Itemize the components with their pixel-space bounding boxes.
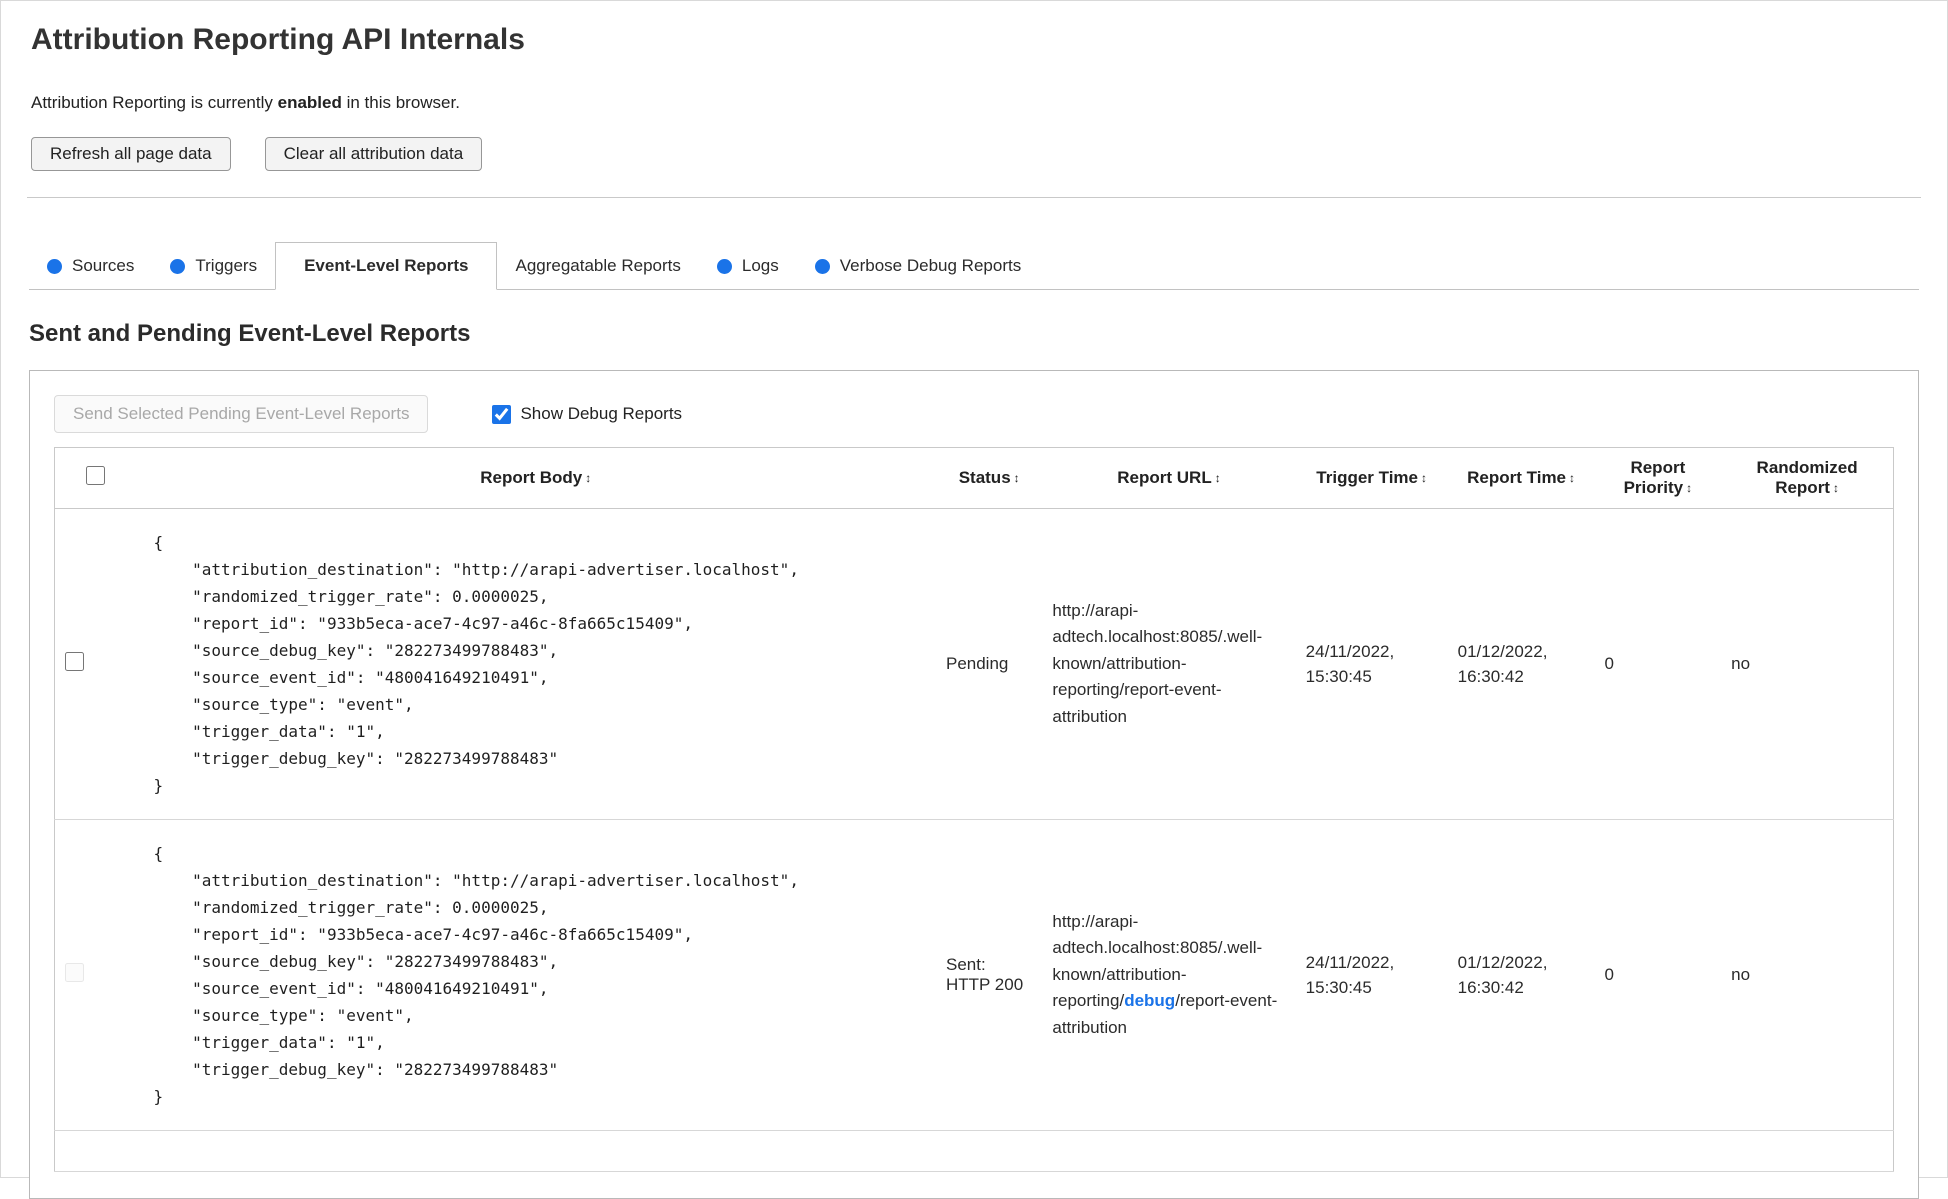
tab-label: Event-Level Reports [304,256,469,275]
tab-event-level-reports[interactable]: Event-Level Reports [275,242,498,290]
refresh-button[interactable]: Refresh all page data [31,137,231,171]
sources-status-dot-icon [47,258,62,274]
col-header-label: Report Body [480,468,583,487]
tab-aggregatable-reports[interactable]: Aggregatable Reports [497,243,698,289]
report-body-json: { "attribution_destination": "http://ara… [153,533,799,795]
tab-label: Logs [741,256,779,275]
tab-sources[interactable]: Sources [29,243,152,289]
report-priority-cell: 0 [1594,508,1722,820]
tab-bar: Sources Triggers Event-Level Reports Agg… [29,242,1919,290]
page-title: Attribution Reporting API Internals [31,23,525,56]
row-checkbox-cell [54,819,136,1131]
section-title: Sent and Pending Event-Level Reports [29,320,471,347]
col-header-label: Report Time [1467,468,1567,487]
report-url-cell: http://arapi-adtech.localhost:8085/.well… [1042,819,1296,1131]
table-header-row: Report Body ↕ Status ↕ Report URL ↕ Trigger… [54,447,1894,509]
report-url-cell: http://arapi-adtech.localhost:8085/.well… [1042,508,1296,820]
status-cell: Sent: HTTP 200 [935,819,1043,1131]
show-debug-reports-toggle: Show Debug Reports [492,404,682,424]
verbose-debug-status-dot-icon [814,258,830,274]
tab-triggers[interactable]: Triggers [152,243,275,289]
report-row-sent: { "attribution_destination": "http://ara… [54,819,1894,1131]
triggers-status-dot-icon [170,258,186,274]
select-all-checkbox[interactable] [85,466,105,485]
report-body-json: { "attribution_destination": "http://ara… [153,844,799,1106]
event-level-reports-table: Report Body ↕ Status ↕ Report URL ↕ Trigger… [54,447,1894,1172]
logs-status-dot-icon [716,258,732,274]
report-priority-cell: 0 [1594,819,1722,1131]
randomized-report-cell: no [1721,508,1894,820]
status-cell: Pending [935,508,1043,820]
page-actions: Refresh all page data Clear all attribut… [31,137,1917,171]
sort-icon: ↕ [585,471,592,485]
row-checkbox[interactable] [65,963,84,982]
status-suffix: in this browser. [341,93,460,112]
row-checkbox-cell [54,508,136,820]
col-header-report-body[interactable]: Report Body ↕ [135,447,936,509]
tab-label: Aggregatable Reports [515,256,681,275]
col-header-label: Status [958,468,1011,487]
status-prefix: Attribution Reporting is currently [31,93,278,112]
col-header-report-priority[interactable]: Report Priority ↕ [1594,447,1722,509]
col-header-label: Report URL [1117,468,1212,487]
sort-icon: ↕ [1686,481,1693,495]
sort-icon: ↕ [1214,471,1221,485]
sort-icon: ↕ [1569,471,1576,485]
col-header-report-time[interactable]: Report Time ↕ [1447,447,1595,509]
trigger-time-cell: 24/11/2022, 15:30:45 [1295,819,1448,1131]
sort-icon: ↕ [1421,471,1427,485]
sort-icon: ↕ [1013,471,1020,485]
col-header-trigger-time[interactable]: Trigger Time ↕ [1295,447,1448,509]
empty-footer-row [54,1130,1894,1172]
col-header-status[interactable]: Status ↕ [935,447,1043,509]
report-url-text: http://arapi-adtech.localhost:8085/.well… [1052,601,1263,726]
select-all-header [54,447,136,509]
attribution-internals-page: Attribution Reporting API Internals Attr… [0,0,1948,1199]
randomized-report-cell: no [1721,819,1894,1131]
tab-label: Sources [72,256,135,275]
status-text: Attribution Reporting is currently enabl… [31,93,1917,113]
debug-link[interactable]: debug [1124,991,1175,1010]
status-enabled: enabled [277,93,342,112]
tab-label: Triggers [195,256,258,275]
sort-icon: ↕ [1832,481,1839,495]
row-checkbox[interactable] [65,652,84,671]
divider [27,197,1921,198]
clear-attribution-data-button[interactable]: Clear all attribution data [264,137,483,171]
report-time-cell: 01/12/2022, 16:30:42 [1447,508,1595,820]
tab-logs[interactable]: Logs [699,243,797,289]
main-content: Sources Triggers Event-Level Reports Agg… [29,242,1919,1199]
col-header-randomized-report[interactable]: Randomized Report ↕ [1721,447,1894,509]
tab-label: Verbose Debug Reports [839,256,1022,275]
send-selected-reports-button[interactable]: Send Selected Pending Event-Level Report… [54,395,429,433]
tab-verbose-debug-reports[interactable]: Verbose Debug Reports [797,243,1039,289]
col-header-label: Randomized Report [1756,458,1858,497]
trigger-time-cell: 24/11/2022, 15:30:45 [1295,508,1448,820]
show-debug-checkbox[interactable] [492,404,512,424]
report-time-cell: 01/12/2022, 16:30:42 [1447,819,1595,1131]
empty-cell [54,1130,1894,1172]
col-header-label: Report Priority [1623,458,1686,497]
table-controls: Send Selected Pending Event-Level Report… [54,395,1894,433]
report-row-pending: { "attribution_destination": "http://ara… [54,508,1894,820]
reports-panel: Send Selected Pending Event-Level Report… [29,370,1919,1199]
col-header-report-url[interactable]: Report URL ↕ [1042,447,1296,509]
report-body-cell: { "attribution_destination": "http://ara… [135,819,936,1131]
page-header: Attribution Reporting API Internals Attr… [1,23,1947,171]
col-header-label: Trigger Time [1316,468,1418,487]
show-debug-label: Show Debug Reports [520,404,683,423]
report-body-cell: { "attribution_destination": "http://ara… [135,508,936,820]
